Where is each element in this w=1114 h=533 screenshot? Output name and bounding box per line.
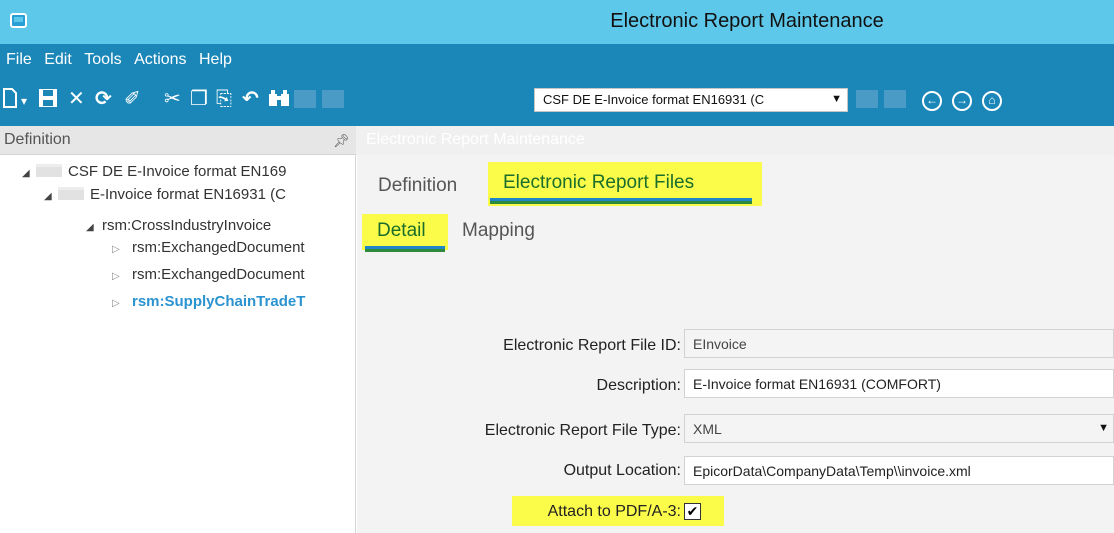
window-title: Electronic Report Maintenance <box>610 10 884 32</box>
chevron-down-icon[interactable]: ▼ <box>1098 422 1109 434</box>
file-id-field[interactable]: EInvoice <box>684 329 1114 358</box>
expand-icon[interactable]: ▷ <box>112 244 124 255</box>
file-type-select[interactable]: XML ▼ <box>684 414 1114 443</box>
back-icon[interactable]: ← <box>922 91 942 111</box>
search-binoculars-icon[interactable] <box>268 88 290 113</box>
chevron-down-icon[interactable]: ▼ <box>831 93 842 105</box>
menu-bar: File Edit Tools Actions Help <box>0 44 1114 74</box>
forward-icon[interactable]: → <box>952 91 972 111</box>
file-type-label: Electronic Report File Type: <box>484 422 681 439</box>
collapse-icon[interactable]: ◢ <box>22 168 34 179</box>
clear-icon[interactable]: ✐ <box>124 88 141 110</box>
output-location-value: EpicorData\CompanyData\Temp\\invoice.xml <box>693 463 971 479</box>
output-location-field[interactable]: EpicorData\CompanyData\Temp\\invoice.xml <box>684 456 1114 485</box>
refresh-icon[interactable]: ⟳ <box>95 88 112 110</box>
expand-icon[interactable]: ▷ <box>112 298 124 309</box>
description-label: Description: <box>596 377 681 394</box>
paste-icon[interactable]: ⎘ <box>216 88 232 110</box>
save-icon[interactable] <box>38 88 58 113</box>
description-field[interactable]: E-Invoice format EN16931 (COMFORT) <box>684 369 1114 398</box>
next-record-icon[interactable] <box>856 90 878 108</box>
expand-icon[interactable]: ▷ <box>112 271 124 282</box>
folder-icon <box>58 187 84 200</box>
output-location-label: Output Location: <box>563 462 681 479</box>
tree-node-exchanged-document-2[interactable]: ▷ rsm:ExchangedDocument <box>112 266 305 283</box>
record-selector-value: CSF DE E-Invoice format EN16931 (C <box>543 92 765 107</box>
previous-record-icon[interactable] <box>322 90 344 108</box>
attach-pdf-label: Attach to PDF/A-3: <box>547 503 681 520</box>
tab-detail[interactable]: Detail <box>377 220 426 242</box>
record-selector[interactable]: CSF DE E-Invoice format EN16931 (C ▼ <box>534 88 848 112</box>
title-bar: Electronic Report Maintenance <box>0 0 1114 44</box>
tree-node-invoice[interactable]: ◢ rsm:CrossIndustryInvoice <box>86 217 271 234</box>
undo-icon[interactable]: ↶ <box>242 88 259 110</box>
tab-electronic-report-files[interactable]: Electronic Report Files <box>503 172 694 194</box>
description-value: E-Invoice format EN16931 (COMFORT) <box>693 376 941 392</box>
tree-panel-title: Definition <box>4 131 71 148</box>
last-record-icon[interactable] <box>884 90 906 108</box>
checkmark-icon: ✔ <box>686 503 699 519</box>
folder-icon <box>36 164 62 177</box>
right-panel-title: Electronic Report Maintenance <box>366 131 585 148</box>
copy-icon[interactable]: ❐ <box>190 88 208 110</box>
tab-definition[interactable]: Definition <box>378 175 457 197</box>
file-id-label: Electronic Report File ID: <box>503 337 681 354</box>
new-dropdown-icon[interactable]: ▾ <box>21 90 27 112</box>
pin-icon[interactable]: 📌︎ <box>333 133 350 149</box>
menu-help[interactable]: Help <box>199 51 232 69</box>
menu-actions[interactable]: Actions <box>134 51 186 69</box>
collapse-icon[interactable]: ◢ <box>86 222 98 233</box>
file-id-value: EInvoice <box>693 336 747 352</box>
right-panel-header: Electronic Report Maintenance <box>356 126 1114 155</box>
tree-view: ◢ CSF DE E-Invoice format EN169 ◢ E-Invoic… <box>0 155 356 533</box>
file-type-value: XML <box>693 421 722 437</box>
first-record-icon[interactable] <box>294 90 316 108</box>
attach-pdf-checkbox[interactable]: ✔ <box>684 503 701 520</box>
cut-icon[interactable]: ✂ <box>164 88 181 110</box>
delete-icon[interactable]: ✕ <box>68 88 85 110</box>
tree-node-exchanged-document-1[interactable]: ▷ rsm:ExchangedDocument <box>112 239 305 256</box>
tree-node-report[interactable]: ◢ CSF DE E-Invoice format EN169 <box>22 163 286 180</box>
tree-node-supply-chain[interactable]: ▷ rsm:SupplyChainTradeT <box>112 293 305 310</box>
collapse-icon[interactable]: ◢ <box>44 191 56 202</box>
toolbar: ▾ ✕ ⟳ ✐ ✂ ❐ ⎘ ↶ CSF DE E-Invoice format … <box>0 74 1114 126</box>
home-icon[interactable]: ⌂ <box>982 91 1002 111</box>
tree-panel-header: Definition 📌︎ <box>0 126 356 155</box>
new-icon[interactable] <box>2 88 18 113</box>
menu-edit[interactable]: Edit <box>44 51 72 69</box>
tree-node-file[interactable]: ◢ E-Invoice format EN16931 (C <box>44 186 286 203</box>
tab-underline <box>490 201 752 204</box>
tab-mapping[interactable]: Mapping <box>462 220 535 242</box>
menu-file[interactable]: File <box>6 51 32 69</box>
menu-tools[interactable]: Tools <box>84 51 121 69</box>
tab-underline <box>365 249 445 252</box>
